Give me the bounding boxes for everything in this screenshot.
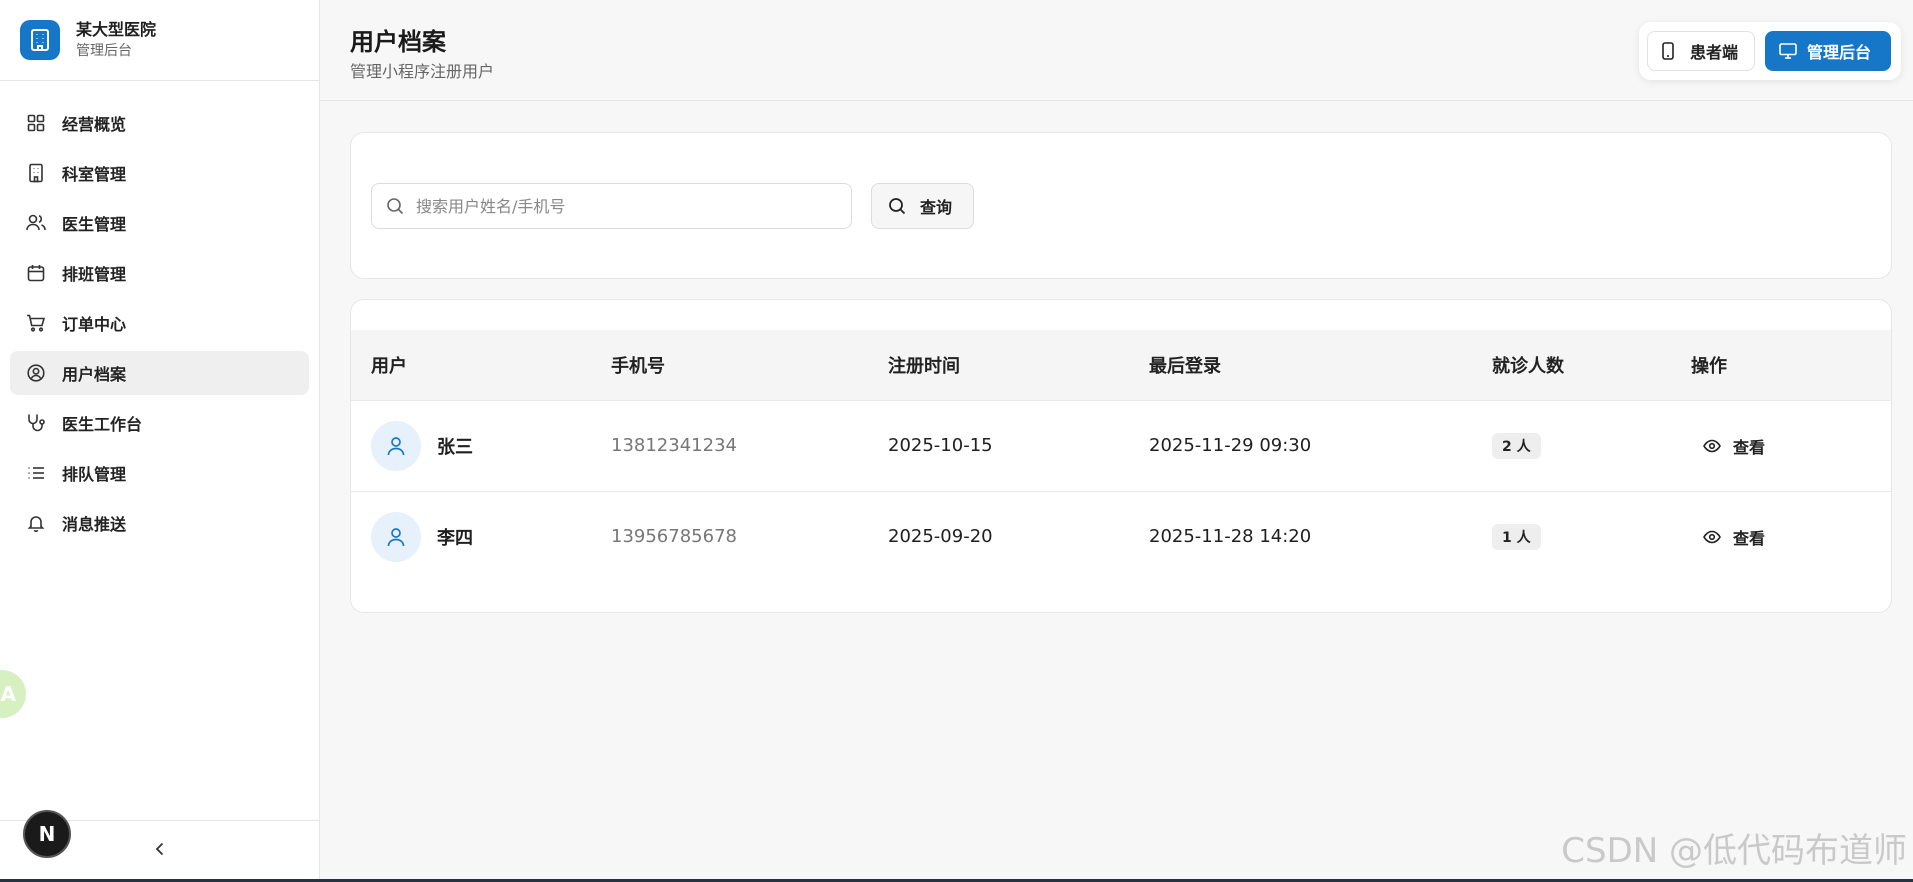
- page-title: 用户档案: [350, 28, 446, 56]
- cart-icon: [26, 313, 46, 333]
- brand-name: 某大型医院: [76, 20, 157, 39]
- sidebar-item-label: 科室管理: [62, 165, 127, 184]
- sidebar-item-label: 排队管理: [62, 465, 127, 484]
- hospital-logo-icon: [20, 20, 60, 60]
- sidebar-item-orders[interactable]: 订单中心: [10, 301, 309, 345]
- stethoscope-icon: [26, 413, 46, 433]
- column-header-last-login: 最后登录: [1149, 355, 1221, 377]
- sidebar-nav: 经营概览 科室管理 医生管理 排班管理 订单中心 用户档案 医生工作台 排队管理…: [0, 81, 319, 545]
- search-box: [371, 183, 852, 229]
- brand: 某大型医院 管理后台: [0, 0, 319, 81]
- user-table-card: 用户 手机号 注册时间 最后登录 就诊人数 操作 张三 13812341234 …: [350, 299, 1892, 613]
- user-name: 李四: [437, 527, 473, 549]
- column-header-patients: 就诊人数: [1492, 355, 1564, 377]
- sidebar-item-label: 经营概览: [62, 115, 127, 134]
- query-button-label: 查询: [920, 198, 953, 217]
- sidebar-item-label: 消息推送: [62, 515, 127, 534]
- sidebar-item-label: 用户档案: [62, 365, 127, 384]
- users-icon: [26, 213, 46, 233]
- brand-subtitle: 管理后台: [76, 43, 132, 59]
- admin-portal-label: 管理后台: [1807, 43, 1872, 62]
- view-user-button[interactable]: 查看: [1691, 525, 1765, 549]
- page-header: 用户档案 管理小程序注册用户 患者端 管理后台: [320, 0, 1913, 101]
- column-header-registered: 注册时间: [888, 355, 960, 377]
- user-name: 张三: [437, 436, 473, 458]
- dashboard-icon: [26, 113, 46, 133]
- sidebar-item-label: 排班管理: [62, 265, 127, 284]
- user-table: 用户 手机号 注册时间 最后登录 就诊人数 操作 张三 13812341234 …: [351, 330, 1891, 582]
- sidebar-item-label: 医生管理: [62, 215, 127, 234]
- user-icon: [387, 527, 405, 546]
- user-icon: [387, 436, 405, 455]
- user-last-login: 2025-11-29 09:30: [1149, 435, 1312, 456]
- view-user-label: 查看: [1733, 528, 1766, 548]
- admin-portal-button[interactable]: 管理后台: [1765, 31, 1891, 71]
- building-icon: [26, 163, 46, 183]
- monitor-icon: [1779, 42, 1797, 60]
- sidebar-item-overview[interactable]: 经营概览: [10, 101, 309, 145]
- user-phone: 13812341234: [611, 435, 737, 456]
- patients-count-badge: 1 人: [1492, 523, 1541, 550]
- table-row: 张三 13812341234 2025-10-15 2025-11-29 09:…: [351, 400, 1891, 491]
- watermark: CSDN @低代码布道师: [1561, 831, 1907, 871]
- sidebar-item-doctors[interactable]: 医生管理: [10, 201, 309, 245]
- search-card: 查询: [350, 132, 1892, 279]
- sidebar-item-departments[interactable]: 科室管理: [10, 151, 309, 195]
- avatar: [371, 420, 421, 471]
- user-last-login: 2025-11-28 14:20: [1149, 526, 1312, 548]
- sidebar-item-schedule[interactable]: 排班管理: [10, 251, 309, 295]
- column-header-actions: 操作: [1691, 355, 1727, 377]
- sidebar-item-label: 订单中心: [62, 315, 127, 334]
- patients-count-badge: 2 人: [1492, 432, 1541, 459]
- view-user-label: 查看: [1733, 437, 1766, 457]
- search-icon: [889, 198, 906, 215]
- sidebar-item-queue[interactable]: 排队管理: [10, 451, 309, 495]
- sidebar-item-doctor-workbench[interactable]: 医生工作台: [10, 401, 309, 445]
- collapse-sidebar-button[interactable]: [148, 837, 172, 861]
- search-icon: [387, 198, 404, 215]
- table-row: 李四 13956785678 2025-09-20 2025-11-28 14:…: [351, 491, 1891, 582]
- user-registered: 2025-09-20: [888, 526, 993, 548]
- user-registered: 2025-10-15: [888, 435, 993, 456]
- translate-icon: A: [0, 682, 16, 706]
- list-icon: [26, 463, 46, 483]
- calendar-icon: [26, 263, 46, 283]
- user-circle-icon: [26, 363, 46, 383]
- page-subtitle: 管理小程序注册用户: [350, 62, 495, 81]
- mobile-icon: [1662, 42, 1680, 60]
- next-logo-icon: N: [38, 822, 56, 846]
- query-button[interactable]: 查询: [871, 183, 974, 229]
- column-header-user: 用户: [371, 355, 407, 377]
- eye-icon: [1703, 439, 1721, 452]
- dev-tools-badge[interactable]: N: [23, 810, 71, 858]
- sidebar-item-notifications[interactable]: 消息推送: [10, 501, 309, 545]
- sidebar-item-user-records[interactable]: 用户档案: [10, 351, 309, 395]
- patient-portal-button[interactable]: 患者端: [1647, 31, 1755, 71]
- bell-icon: [26, 513, 46, 533]
- sidebar-item-label: 医生工作台: [62, 415, 143, 434]
- view-user-button[interactable]: 查看: [1691, 434, 1765, 458]
- avatar: [371, 511, 421, 562]
- sidebar: 某大型医院 管理后台 经营概览 科室管理 医生管理 排班管理 订单中心 用户档案…: [0, 0, 320, 882]
- user-phone: 13956785678: [611, 526, 737, 548]
- search-input[interactable]: [416, 196, 836, 216]
- column-header-phone: 手机号: [611, 355, 665, 377]
- portal-switcher: 患者端 管理后台: [1639, 22, 1901, 80]
- patient-portal-label: 患者端: [1690, 43, 1739, 62]
- eye-icon: [1703, 530, 1721, 544]
- chevron-left-icon: [155, 842, 164, 856]
- table-header-row: 用户 手机号 注册时间 最后登录 就诊人数 操作: [351, 330, 1891, 400]
